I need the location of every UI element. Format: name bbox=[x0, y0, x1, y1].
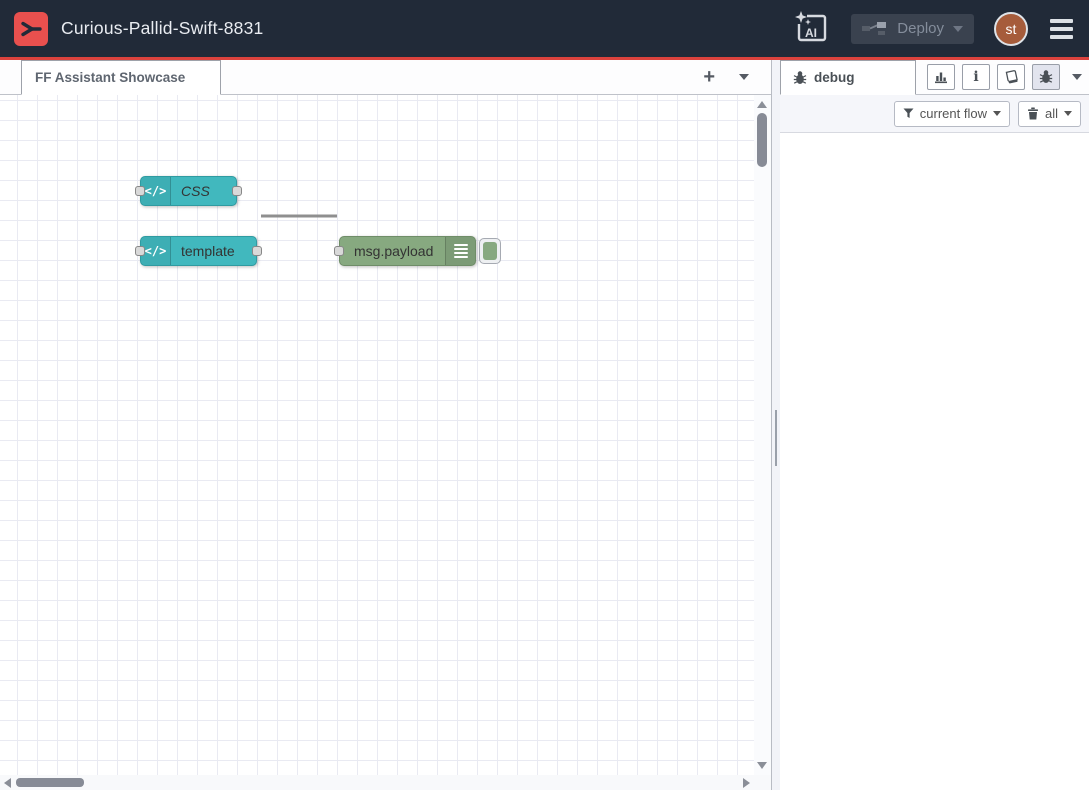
template-node-icon-area: </> bbox=[141, 237, 171, 265]
clear-scope-label: all bbox=[1045, 106, 1058, 121]
scroll-down-arrow-icon[interactable] bbox=[757, 762, 767, 769]
menu-bar bbox=[1050, 35, 1073, 39]
app-header: Curious-Pallid-Swift-8831 AI Deploy st bbox=[0, 0, 1089, 60]
workspace-tab-active[interactable]: FF Assistant Showcase bbox=[21, 60, 221, 95]
debug-toolbar: current flow all bbox=[780, 95, 1089, 133]
menu-bar bbox=[1050, 27, 1073, 31]
deploy-button-label: Deploy bbox=[897, 20, 944, 37]
code-icon: </> bbox=[145, 244, 167, 258]
template-node-icon-area: </> bbox=[141, 177, 171, 205]
input-port[interactable] bbox=[135, 186, 145, 196]
info-button[interactable]: i bbox=[962, 64, 990, 90]
deploy-merge-icon bbox=[862, 20, 888, 37]
scroll-right-arrow-icon[interactable] bbox=[743, 778, 750, 788]
horizontal-scrollbar[interactable] bbox=[0, 775, 754, 790]
code-icon: </> bbox=[145, 184, 167, 198]
clear-chevron-icon bbox=[1064, 111, 1072, 116]
debug-filter-button[interactable]: current flow bbox=[894, 101, 1010, 127]
dashboard-chart-button[interactable] bbox=[927, 64, 955, 90]
deploy-button[interactable]: Deploy bbox=[851, 14, 974, 44]
sidebar-tabbar: debug i bbox=[780, 60, 1089, 95]
debug-clear-button[interactable]: all bbox=[1018, 101, 1081, 127]
scroll-left-arrow-icon[interactable] bbox=[4, 778, 11, 788]
input-port[interactable] bbox=[334, 246, 344, 256]
ai-icon: AI bbox=[793, 11, 831, 47]
main-area: FF Assistant Showcase + </> CSS </> bbox=[0, 60, 1089, 790]
vertical-scrollbar[interactable] bbox=[754, 95, 771, 775]
vertical-scroll-thumb[interactable] bbox=[757, 113, 767, 167]
node-template-css[interactable]: </> CSS bbox=[140, 176, 237, 206]
workspace-tabbar: FF Assistant Showcase + bbox=[0, 60, 771, 95]
debug-lines-icon bbox=[454, 244, 468, 258]
deploy-dropdown-chevron-icon[interactable] bbox=[953, 26, 963, 32]
sidebar-splitter[interactable] bbox=[771, 60, 780, 790]
user-avatar[interactable]: st bbox=[994, 12, 1028, 46]
bug-icon bbox=[1039, 70, 1053, 84]
menu-bar bbox=[1050, 19, 1073, 23]
node-template[interactable]: </> template bbox=[140, 236, 257, 266]
node-label: template bbox=[181, 237, 235, 265]
sidebar-tab-label: debug bbox=[814, 70, 855, 85]
scrollbar-corner bbox=[754, 775, 771, 790]
scroll-up-arrow-icon[interactable] bbox=[757, 101, 767, 108]
ai-assistant-button[interactable]: AI bbox=[793, 11, 831, 47]
avatar-initials: st bbox=[1006, 21, 1017, 37]
output-port[interactable] bbox=[232, 186, 242, 196]
debug-enable-toggle[interactable] bbox=[479, 238, 501, 264]
sidebar: debug i bbox=[780, 60, 1089, 790]
filter-label: current flow bbox=[920, 106, 987, 121]
page-title: Curious-Pallid-Swift-8831 bbox=[61, 18, 263, 39]
node-label: CSS bbox=[181, 177, 210, 205]
help-button[interactable] bbox=[997, 64, 1025, 90]
flowfuse-logo-icon[interactable] bbox=[14, 12, 48, 46]
node-debug-msg-payload[interactable]: msg.payload bbox=[339, 236, 476, 266]
header-actions: AI Deploy st bbox=[793, 11, 1075, 47]
workspace-tab-label: FF Assistant Showcase bbox=[35, 70, 185, 85]
debug-toggle-state bbox=[483, 242, 497, 260]
main-menu-button[interactable] bbox=[1048, 17, 1075, 41]
splitter-drag-handle[interactable] bbox=[775, 410, 777, 466]
svg-text:AI: AI bbox=[805, 26, 817, 40]
add-flow-button[interactable]: + bbox=[703, 67, 715, 87]
info-icon: i bbox=[973, 70, 978, 84]
bar-chart-icon bbox=[934, 70, 948, 84]
horizontal-scroll-thumb[interactable] bbox=[16, 778, 84, 787]
sidebar-panel-buttons: i bbox=[927, 60, 1089, 94]
debug-panel-button[interactable] bbox=[1032, 64, 1060, 90]
debug-message-list[interactable] bbox=[780, 133, 1089, 790]
flow-canvas[interactable] bbox=[0, 95, 754, 775]
flow-editor: FF Assistant Showcase + </> CSS </> bbox=[0, 60, 771, 790]
trash-icon bbox=[1027, 107, 1039, 120]
flow-list-chevron-icon[interactable] bbox=[739, 74, 749, 80]
book-icon bbox=[1004, 70, 1019, 84]
workspace-tab-controls: + bbox=[703, 60, 771, 94]
filter-funnel-icon bbox=[903, 108, 914, 119]
filter-chevron-icon bbox=[993, 111, 1001, 116]
node-label: msg.payload bbox=[354, 237, 433, 265]
bug-icon bbox=[793, 71, 807, 85]
input-port[interactable] bbox=[135, 246, 145, 256]
sidebar-tab-debug[interactable]: debug bbox=[780, 60, 916, 95]
sidebar-tabs-chevron-icon[interactable] bbox=[1072, 74, 1082, 80]
output-port[interactable] bbox=[252, 246, 262, 256]
fork-glyph bbox=[18, 16, 44, 42]
debug-node-icon-area bbox=[445, 237, 475, 265]
